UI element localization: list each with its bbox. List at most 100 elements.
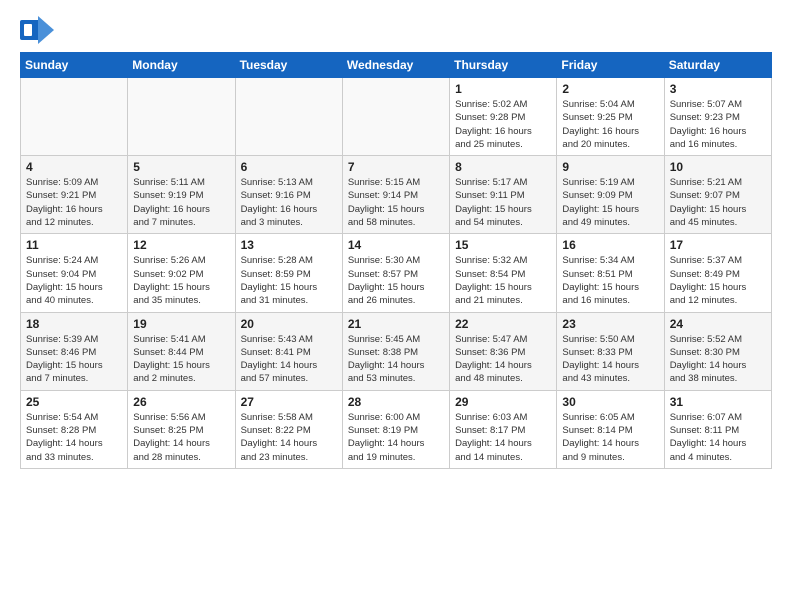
calendar-header-row: SundayMondayTuesdayWednesdayThursdayFrid… (21, 53, 772, 78)
day-number: 11 (26, 238, 122, 252)
day-info: Sunrise: 5:24 AMSunset: 9:04 PMDaylight:… (26, 254, 122, 307)
calendar-cell: 5 Sunrise: 5:11 AMSunset: 9:19 PMDaylight… (128, 156, 235, 234)
day-info: Sunrise: 6:05 AMSunset: 8:14 PMDaylight:… (562, 411, 658, 464)
calendar-week-row: 18 Sunrise: 5:39 AMSunset: 8:46 PMDayligh… (21, 312, 772, 390)
day-info: Sunrise: 5:07 AMSunset: 9:23 PMDaylight:… (670, 98, 766, 151)
calendar-cell: 4 Sunrise: 5:09 AMSunset: 9:21 PMDaylight… (21, 156, 128, 234)
calendar-week-row: 1 Sunrise: 5:02 AMSunset: 9:28 PMDaylight… (21, 78, 772, 156)
calendar-cell: 13 Sunrise: 5:28 AMSunset: 8:59 PMDayligh… (235, 234, 342, 312)
day-number: 9 (562, 160, 658, 174)
day-info: Sunrise: 5:19 AMSunset: 9:09 PMDaylight:… (562, 176, 658, 229)
calendar-cell: 20 Sunrise: 5:43 AMSunset: 8:41 PMDayligh… (235, 312, 342, 390)
day-info: Sunrise: 5:32 AMSunset: 8:54 PMDaylight:… (455, 254, 551, 307)
calendar-cell: 16 Sunrise: 5:34 AMSunset: 8:51 PMDayligh… (557, 234, 664, 312)
day-info: Sunrise: 5:52 AMSunset: 8:30 PMDaylight:… (670, 333, 766, 386)
calendar-cell: 10 Sunrise: 5:21 AMSunset: 9:07 PMDayligh… (664, 156, 771, 234)
day-info: Sunrise: 5:39 AMSunset: 8:46 PMDaylight:… (26, 333, 122, 386)
day-info: Sunrise: 5:37 AMSunset: 8:49 PMDaylight:… (670, 254, 766, 307)
day-info: Sunrise: 5:34 AMSunset: 8:51 PMDaylight:… (562, 254, 658, 307)
calendar-cell: 8 Sunrise: 5:17 AMSunset: 9:11 PMDaylight… (450, 156, 557, 234)
day-info: Sunrise: 6:00 AMSunset: 8:19 PMDaylight:… (348, 411, 444, 464)
day-number: 27 (241, 395, 337, 409)
day-number: 19 (133, 317, 229, 331)
day-info: Sunrise: 5:28 AMSunset: 8:59 PMDaylight:… (241, 254, 337, 307)
logo-icon (20, 16, 54, 44)
day-number: 8 (455, 160, 551, 174)
calendar-cell: 2 Sunrise: 5:04 AMSunset: 9:25 PMDaylight… (557, 78, 664, 156)
day-number: 24 (670, 317, 766, 331)
calendar-cell (21, 78, 128, 156)
header (20, 16, 772, 44)
weekday-header: Thursday (450, 53, 557, 78)
day-number: 7 (348, 160, 444, 174)
weekday-header: Sunday (21, 53, 128, 78)
day-number: 12 (133, 238, 229, 252)
day-info: Sunrise: 6:07 AMSunset: 8:11 PMDaylight:… (670, 411, 766, 464)
day-number: 5 (133, 160, 229, 174)
day-info: Sunrise: 5:15 AMSunset: 9:14 PMDaylight:… (348, 176, 444, 229)
day-number: 31 (670, 395, 766, 409)
day-number: 10 (670, 160, 766, 174)
calendar-cell: 6Sunrise: 5:13 AMSunset: 9:16 PMDaylight… (235, 156, 342, 234)
day-number: 28 (348, 395, 444, 409)
calendar-table: SundayMondayTuesdayWednesdayThursdayFrid… (20, 52, 772, 469)
calendar-cell: 7 Sunrise: 5:15 AMSunset: 9:14 PMDaylight… (342, 156, 449, 234)
day-number: 26 (133, 395, 229, 409)
calendar-cell: 31 Sunrise: 6:07 AMSunset: 8:11 PMDayligh… (664, 390, 771, 468)
day-number: 29 (455, 395, 551, 409)
day-info: Sunrise: 5:30 AMSunset: 8:57 PMDaylight:… (348, 254, 444, 307)
day-number: 2 (562, 82, 658, 96)
day-number: 22 (455, 317, 551, 331)
day-info: Sunrise: 5:04 AMSunset: 9:25 PMDaylight:… (562, 98, 658, 151)
calendar-cell: 9 Sunrise: 5:19 AMSunset: 9:09 PMDaylight… (557, 156, 664, 234)
calendar-cell (128, 78, 235, 156)
calendar-cell: 24 Sunrise: 5:52 AMSunset: 8:30 PMDayligh… (664, 312, 771, 390)
day-number: 4 (26, 160, 122, 174)
day-info: Sunrise: 5:56 AMSunset: 8:25 PMDaylight:… (133, 411, 229, 464)
calendar-cell: 18 Sunrise: 5:39 AMSunset: 8:46 PMDayligh… (21, 312, 128, 390)
day-number: 17 (670, 238, 766, 252)
day-info: Sunrise: 5:11 AMSunset: 9:19 PMDaylight:… (133, 176, 229, 229)
calendar-cell: 28 Sunrise: 6:00 AMSunset: 8:19 PMDayligh… (342, 390, 449, 468)
day-info: Sunrise: 5:43 AMSunset: 8:41 PMDaylight:… (241, 333, 337, 386)
calendar-cell: 30 Sunrise: 6:05 AMSunset: 8:14 PMDayligh… (557, 390, 664, 468)
day-number: 16 (562, 238, 658, 252)
day-info: Sunrise: 5:17 AMSunset: 9:11 PMDaylight:… (455, 176, 551, 229)
calendar-cell: 27 Sunrise: 5:58 AMSunset: 8:22 PMDayligh… (235, 390, 342, 468)
day-number: 15 (455, 238, 551, 252)
day-info: Sunrise: 5:58 AMSunset: 8:22 PMDaylight:… (241, 411, 337, 464)
calendar-cell: 12Sunrise: 5:26 AMSunset: 9:02 PMDayligh… (128, 234, 235, 312)
day-number: 1 (455, 82, 551, 96)
weekday-header: Friday (557, 53, 664, 78)
calendar-week-row: 4 Sunrise: 5:09 AMSunset: 9:21 PMDaylight… (21, 156, 772, 234)
calendar-week-row: 25Sunrise: 5:54 AMSunset: 8:28 PMDayligh… (21, 390, 772, 468)
calendar-cell: 21 Sunrise: 5:45 AMSunset: 8:38 PMDayligh… (342, 312, 449, 390)
day-info: Sunrise: 6:03 AMSunset: 8:17 PMDaylight:… (455, 411, 551, 464)
day-number: 14 (348, 238, 444, 252)
day-number: 20 (241, 317, 337, 331)
day-info: Sunrise: 5:02 AMSunset: 9:28 PMDaylight:… (455, 98, 551, 151)
calendar-cell (235, 78, 342, 156)
day-info: Sunrise: 5:21 AMSunset: 9:07 PMDaylight:… (670, 176, 766, 229)
calendar-cell: 29 Sunrise: 6:03 AMSunset: 8:17 PMDayligh… (450, 390, 557, 468)
day-number: 21 (348, 317, 444, 331)
day-number: 13 (241, 238, 337, 252)
day-info: Sunrise: 5:47 AMSunset: 8:36 PMDaylight:… (455, 333, 551, 386)
calendar-cell: 15 Sunrise: 5:32 AMSunset: 8:54 PMDayligh… (450, 234, 557, 312)
calendar-cell: 22 Sunrise: 5:47 AMSunset: 8:36 PMDayligh… (450, 312, 557, 390)
weekday-header: Monday (128, 53, 235, 78)
day-number: 23 (562, 317, 658, 331)
day-info: Sunrise: 5:09 AMSunset: 9:21 PMDaylight:… (26, 176, 122, 229)
calendar-cell: 23Sunrise: 5:50 AMSunset: 8:33 PMDayligh… (557, 312, 664, 390)
calendar-cell: 26 Sunrise: 5:56 AMSunset: 8:25 PMDayligh… (128, 390, 235, 468)
weekday-header: Tuesday (235, 53, 342, 78)
calendar-cell: 3Sunrise: 5:07 AMSunset: 9:23 PMDaylight… (664, 78, 771, 156)
day-info: Sunrise: 5:45 AMSunset: 8:38 PMDaylight:… (348, 333, 444, 386)
calendar-cell: 1 Sunrise: 5:02 AMSunset: 9:28 PMDaylight… (450, 78, 557, 156)
day-number: 30 (562, 395, 658, 409)
day-number: 18 (26, 317, 122, 331)
calendar-cell: 11 Sunrise: 5:24 AMSunset: 9:04 PMDayligh… (21, 234, 128, 312)
weekday-header: Wednesday (342, 53, 449, 78)
day-number: 25 (26, 395, 122, 409)
day-info: Sunrise: 5:41 AMSunset: 8:44 PMDaylight:… (133, 333, 229, 386)
